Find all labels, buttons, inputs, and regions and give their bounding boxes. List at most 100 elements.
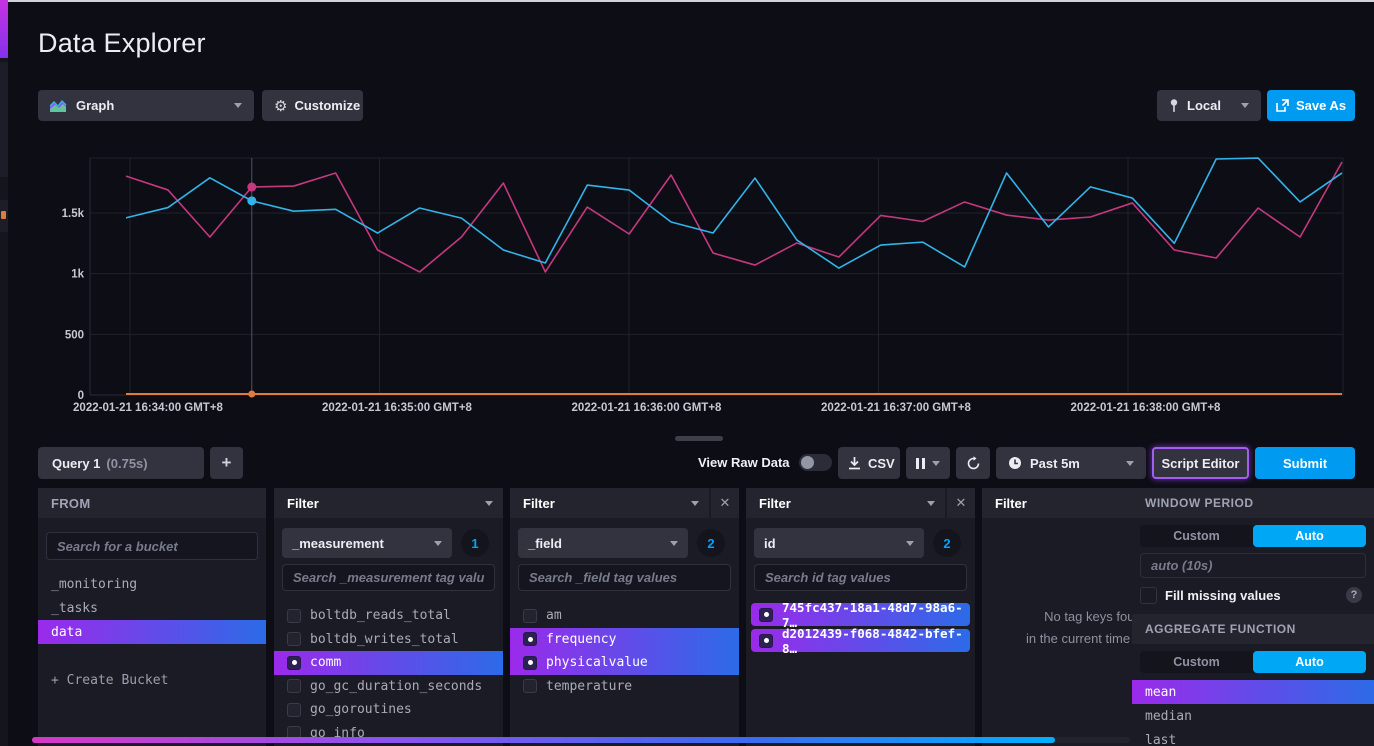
time-series-chart[interactable]: 05001k1.5k2022-01-21 16:34:00 GMT+82022-… [38,140,1345,420]
selected-count-badge: 2 [933,529,961,557]
filter-card-title: Filter [759,496,791,511]
toggle-knob [801,456,814,469]
svg-text:2022-01-21 16:35:00 GMT+8: 2022-01-21 16:35:00 GMT+8 [322,402,473,414]
item-label: temperature [546,679,632,694]
bucket-item[interactable]: _monitoring [38,572,266,596]
remove-filter-button[interactable]: ✕ [711,488,739,518]
checkbox-checked-icon [523,632,537,646]
question-mark-icon[interactable]: ? [1346,587,1362,603]
fill-missing-label: Fill missing values [1165,588,1281,603]
item-label: mean [1145,685,1176,700]
svg-text:500: 500 [65,329,84,341]
tag-value-item[interactable]: am [510,604,739,628]
csv-download-button[interactable]: CSV [838,447,900,479]
create-bucket-button[interactable]: + Create Bucket [38,668,266,692]
tag-value-item[interactable]: comm [274,651,503,675]
from-card-title: FROM [51,496,90,511]
tag-value-item[interactable]: frequency [510,628,739,652]
script-editor-button[interactable]: Script Editor [1152,447,1249,479]
tag-value-item[interactable]: go_goroutines [274,698,503,722]
view-type-dropdown[interactable]: Graph [38,90,254,121]
tag-key-select[interactable]: id [754,528,924,558]
builder-horizontal-scrollbar-thumb[interactable] [32,737,1055,743]
tag-value-item[interactable]: 745fc437-18a1-48d7-98a6-7… [751,603,970,626]
filter-card-header[interactable]: Filter [510,488,709,518]
pause-icon [916,458,925,469]
svg-text:0: 0 [78,390,84,402]
aggregate-function-header: AGGREGATE FUNCTION [1132,614,1374,644]
customize-button[interactable]: ⚙ Customize [262,90,363,121]
tag-value-item[interactable]: physicalvalue [510,651,739,675]
aggregate-auto-option[interactable]: Auto [1253,651,1366,673]
submit-label: Submit [1283,456,1327,471]
tag-value-item[interactable]: go_gc_duration_seconds [274,675,503,699]
clock-icon [1008,456,1022,470]
aggregate-function-item[interactable]: mean [1132,680,1374,704]
window-period-input[interactable] [1140,553,1366,578]
export-icon [1276,99,1289,112]
item-label: boltdb_reads_total [310,608,451,623]
bucket-item[interactable]: data [38,620,266,644]
refresh-button[interactable] [956,447,990,479]
chevron-down-icon [932,461,940,466]
svg-text:2022-01-21 16:37:00 GMT+8: 2022-01-21 16:37:00 GMT+8 [821,402,972,414]
pause-dropdown-button[interactable] [906,447,950,479]
filter-card-title: Filter [523,496,555,511]
gear-icon: ⚙ [274,97,287,115]
item-label: am [546,608,562,623]
selected-count-badge: 1 [461,529,489,557]
add-query-button[interactable]: + [210,447,243,479]
item-label: last [1145,733,1176,746]
checkbox-checked-icon [287,656,301,670]
chart-scroll-handle[interactable] [675,436,723,441]
svg-text:1.5k: 1.5k [62,208,85,220]
svg-text:2022-01-21 16:36:00 GMT+8: 2022-01-21 16:36:00 GMT+8 [572,402,723,414]
aggregate-function-item[interactable]: last [1132,728,1374,746]
window-auto-option[interactable]: Auto [1253,525,1366,547]
tag-value-list: boltdb_reads_total boltdb_writes_totalcom… [274,604,503,746]
window-custom-option[interactable]: Custom [1140,525,1253,547]
tag-value-item[interactable]: d2012439-f068-4842-bfef-8… [751,629,970,652]
aggregate-function-list: mean median last [1132,680,1374,746]
chevron-down-icon [906,541,914,546]
data-explorer-page: Data Explorer Graph ⚙ Customize Local [0,0,1374,746]
tag-value-item[interactable]: temperature [510,675,739,699]
filter-card-header[interactable]: Filter [274,488,503,518]
svg-text:2022-01-21 16:34:00 GMT+8: 2022-01-21 16:34:00 GMT+8 [73,402,224,414]
tag-value-list: 745fc437-18a1-48d7-98a6-7… d2012439-f068-… [746,603,975,746]
window-period-mode-toggle[interactable]: Custom Auto [1140,525,1366,547]
view-raw-data-toggle[interactable] [799,454,832,471]
chevron-down-icon [485,501,493,506]
bucket-item[interactable]: _tasks [38,596,266,620]
aggregate-mode-toggle[interactable]: Custom Auto [1140,651,1366,673]
submit-button[interactable]: Submit [1255,447,1355,479]
tag-key-select[interactable]: _measurement [282,528,452,558]
aggregate-function-item[interactable]: median [1132,704,1374,728]
filter-card-header[interactable]: Filter [746,488,945,518]
tag-key-select[interactable]: _field [518,528,688,558]
time-range-dropdown[interactable]: Past 5m [996,447,1146,479]
remove-filter-button[interactable]: ✕ [947,488,975,518]
filter-card-title: Filter [287,496,319,511]
selected-count-badge: 2 [697,529,725,557]
aggregate-custom-option[interactable]: Custom [1140,651,1253,673]
tag-value-search-input[interactable] [282,564,495,591]
item-label: frequency [546,632,616,647]
query-tab[interactable]: Query 1 (0.75s) [38,447,204,479]
save-as-button[interactable]: Save As [1267,90,1355,121]
checkbox-icon [287,703,301,717]
local-dropdown[interactable]: Local [1157,90,1261,121]
download-icon [848,456,861,470]
tag-value-search-input[interactable] [754,564,967,591]
chart-canvas[interactable]: 05001k1.5k2022-01-21 16:34:00 GMT+82022-… [38,140,1345,420]
tag-value-item[interactable]: boltdb_writes_total [274,628,503,652]
checkbox-checked-icon [759,634,773,648]
item-label: data [51,625,82,640]
fill-missing-checkbox[interactable] [1140,587,1157,604]
bucket-search-input[interactable] [46,532,258,560]
from-card: FROM _monitoring_tasksdata + Create Buck… [38,488,266,746]
tag-value-search-input[interactable] [518,564,731,591]
chevron-down-icon [1126,461,1134,466]
tag-value-item[interactable]: boltdb_reads_total [274,604,503,628]
script-editor-label: Script Editor [1161,456,1239,471]
